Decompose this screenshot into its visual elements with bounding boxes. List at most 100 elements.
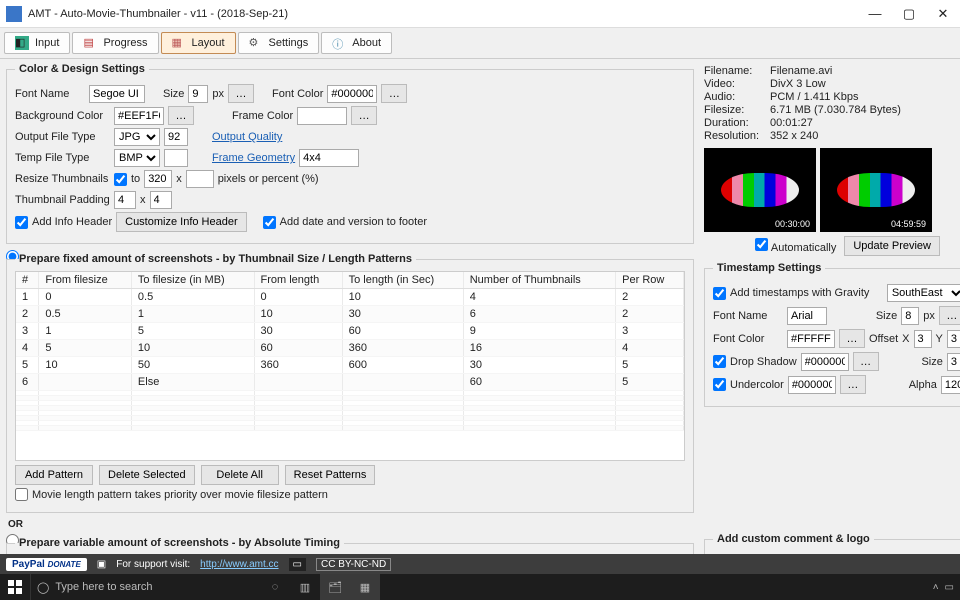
table-row[interactable]: 315306093 (16, 323, 684, 340)
auto-update-label[interactable]: Automatically (755, 238, 836, 254)
table-row[interactable] (16, 426, 684, 431)
task-view-icon[interactable]: ▥ (290, 574, 320, 600)
table-header[interactable]: Per Row (616, 272, 684, 289)
resize-h-input[interactable] (186, 170, 214, 188)
tab-input[interactable]: ◧Input (4, 32, 70, 54)
cortana-icon[interactable]: ◌ (260, 574, 290, 600)
customize-header-button[interactable]: Customize Info Header (116, 212, 247, 232)
table-header[interactable]: Number of Thumbnails (463, 272, 615, 289)
table-cell: 0 (39, 289, 132, 306)
undercolor-input[interactable] (788, 376, 836, 394)
patterns-table[interactable]: #From filesizeTo filesize (in MB)From le… (15, 271, 685, 461)
search-placeholder: Type here to search (55, 581, 152, 593)
length-priority-check[interactable] (15, 488, 28, 501)
table-row[interactable]: 51050360600305 (16, 357, 684, 374)
resize-check[interactable] (114, 173, 127, 186)
system-tray[interactable]: ˄ ▭ (933, 582, 960, 593)
drop-shadow-check[interactable] (713, 355, 726, 368)
add-date-check[interactable] (263, 216, 276, 229)
drop-color-button[interactable]: … (853, 352, 879, 371)
font-name-input[interactable] (89, 85, 145, 103)
table-header[interactable]: # (16, 272, 39, 289)
tab-about[interactable]: ⓘAbout (321, 32, 392, 54)
bg-color-input[interactable] (114, 107, 164, 125)
tray-chevron-icon[interactable]: ˄ (933, 582, 939, 593)
console-icon[interactable]: ▣ (97, 559, 106, 570)
update-preview-button[interactable]: Update Preview (844, 236, 940, 256)
resize-w-input[interactable] (144, 170, 172, 188)
explorer-icon[interactable]: 🗂 (320, 574, 350, 600)
table-header[interactable]: To length (in Sec) (342, 272, 463, 289)
table-row[interactable]: 451060360164 (16, 340, 684, 357)
delete-selected-button[interactable]: Delete Selected (99, 465, 195, 485)
tab-settings[interactable]: ⚙Settings (238, 32, 320, 54)
font-color-button[interactable]: … (381, 84, 407, 103)
output-type-select[interactable]: JPG (114, 128, 160, 146)
pad-a-input[interactable] (114, 191, 136, 209)
drop-size-input[interactable] (947, 353, 960, 371)
license-badge[interactable]: CC BY-NC-ND (316, 558, 391, 571)
tray-notification-icon[interactable]: ▭ (945, 582, 954, 593)
ts-size-input[interactable] (901, 307, 919, 325)
titlebar: AMT - Auto-Movie-Thumbnailer - v11 - (20… (0, 0, 960, 28)
alpha-label: Alpha (909, 379, 937, 391)
frame-color-button[interactable]: … (351, 106, 377, 125)
table-header[interactable]: To filesize (in MB) (131, 272, 254, 289)
taskbar-search[interactable]: ◯ Type here to search (30, 574, 260, 600)
bg-color-button[interactable]: … (168, 106, 194, 125)
temp-quality-input[interactable] (164, 149, 188, 167)
font-picker-button[interactable]: … (228, 84, 254, 103)
table-row[interactable]: 100.501042 (16, 289, 684, 306)
gravity-select[interactable]: SouthEast (887, 284, 960, 302)
ts-font-input[interactable] (787, 307, 827, 325)
add-info-check[interactable] (15, 216, 28, 229)
app-taskbar-icon[interactable]: ▦ (350, 574, 380, 600)
table-cell: 2 (16, 306, 39, 323)
ts-color-input[interactable] (787, 330, 835, 348)
off-y-input[interactable] (947, 330, 960, 348)
preview-thumb-1[interactable]: 00:30:00 (704, 148, 816, 232)
add-ts-check[interactable] (713, 287, 726, 300)
frame-geometry-input[interactable] (299, 149, 359, 167)
undercolor-button[interactable]: … (840, 375, 866, 394)
ts-color-label: Font Color (713, 333, 783, 345)
table-row[interactable]: 20.51103062 (16, 306, 684, 323)
alpha-input[interactable] (941, 376, 960, 394)
table-header[interactable]: From length (254, 272, 342, 289)
delete-all-button[interactable]: Delete All (201, 465, 279, 485)
output-quality-input[interactable] (164, 128, 188, 146)
maximize-button[interactable]: ▢ (892, 0, 926, 28)
tab-layout[interactable]: ▦Layout (161, 32, 236, 54)
paypal-button[interactable]: PayPal DONATE (6, 558, 87, 571)
table-cell: 2 (616, 306, 684, 323)
font-size-input[interactable] (188, 85, 208, 103)
pad-b-input[interactable] (150, 191, 172, 209)
table-cell: 0.5 (39, 306, 132, 323)
reset-patterns-button[interactable]: Reset Patterns (285, 465, 376, 485)
ts-font-button[interactable]: … (939, 306, 960, 325)
support-link[interactable]: http://www.amt.cc (200, 559, 278, 570)
font-color-input[interactable] (327, 85, 377, 103)
frame-color-input[interactable] (297, 107, 347, 125)
undercolor-check[interactable] (713, 378, 726, 391)
output-quality-link[interactable]: Output Quality (212, 131, 282, 143)
table-row[interactable]: 6Else605 (16, 374, 684, 391)
frame-geometry-link[interactable]: Frame Geometry (212, 152, 295, 164)
close-button[interactable]: ✕ (926, 0, 960, 28)
start-button[interactable] (0, 574, 30, 600)
filesize-label: Filesize: (704, 104, 770, 116)
drop-color-input[interactable] (801, 353, 849, 371)
ts-color-button[interactable]: … (839, 329, 865, 348)
monitor-icon[interactable]: ▭ (289, 558, 306, 571)
table-header[interactable]: From filesize (39, 272, 132, 289)
auto-update-check[interactable] (755, 238, 768, 251)
table-cell (39, 374, 132, 391)
off-x-input[interactable] (914, 330, 932, 348)
minimize-button[interactable]: — (858, 0, 892, 28)
undercolor-label: Undercolor (730, 379, 784, 391)
tab-progress[interactable]: ▤Progress (72, 32, 158, 54)
preview-thumb-2[interactable]: 04:59:59 (820, 148, 932, 232)
table-cell (131, 426, 254, 431)
temp-type-select[interactable]: BMP (114, 149, 160, 167)
add-pattern-button[interactable]: Add Pattern (15, 465, 93, 485)
